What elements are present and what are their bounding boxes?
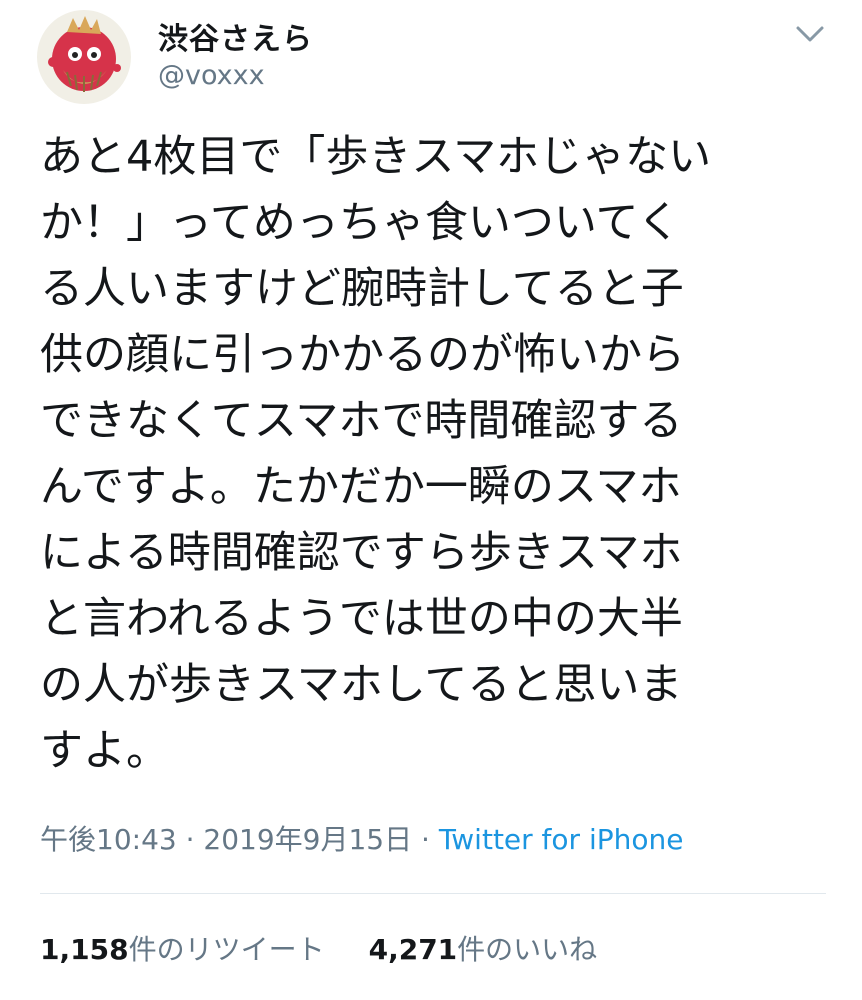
divider <box>40 893 826 894</box>
likes-stat[interactable]: 4,271件のいいね <box>369 928 598 968</box>
user-handle[interactable]: @voxxx <box>158 60 265 91</box>
tweet-stats: 1,158件のリツイート 4,271件のいいね <box>40 928 597 968</box>
meta-separator: · <box>176 823 204 856</box>
character-avatar-icon <box>37 10 131 104</box>
likes-label: 件のいいね <box>457 933 598 966</box>
tweet-meta: 午後10:43 · 2019年9月15日 · Twitter for iPhon… <box>40 818 683 858</box>
tweet-line: んですよ。たかだか一瞬のスマホ <box>40 462 682 512</box>
retweets-stat[interactable]: 1,158件のリツイート <box>40 928 325 968</box>
likes-count: 4,271 <box>368 933 458 966</box>
display-name[interactable]: 渋谷さえら <box>158 14 313 58</box>
tweet-line: る人いますけど腕時計してると子 <box>40 264 684 314</box>
chevron-down-icon <box>796 26 824 42</box>
meta-separator: · <box>412 823 439 856</box>
tweet-line: の人が歩きスマホしてると思いま <box>40 660 683 710</box>
tweet-text: あと4枚目で「歩きスマホじゃない か！」ってめっちゃ食いついてく る人いますけど… <box>40 124 840 784</box>
tweet-header: 渋谷さえら @voxxx <box>0 0 862 110</box>
tweet-date[interactable]: 2019年9月15日 <box>203 823 412 856</box>
tweet-menu-button[interactable] <box>792 20 828 46</box>
retweets-count: 1,158 <box>40 933 129 966</box>
tweet-line: 供の顔に引っかかるのが怖いから <box>40 330 685 380</box>
avatar[interactable] <box>37 10 131 104</box>
tweet-line: と言われるようでは世の中の大半 <box>40 594 683 644</box>
tweet-line: すよ。 <box>40 726 169 776</box>
retweets-label: 件のリツイート <box>128 933 325 966</box>
tweet-line: できなくてスマホで時間確認する <box>40 396 683 446</box>
tweet-line: あと4枚目で「歩きスマホじゃない <box>40 132 712 182</box>
tweet-time[interactable]: 午後10:43 <box>40 823 177 856</box>
tweet-source-link[interactable]: Twitter for iPhone <box>439 823 684 856</box>
tweet-line: か！」ってめっちゃ食いついてく <box>40 198 681 248</box>
tweet-line: による時間確認ですら歩きスマホ <box>40 528 683 578</box>
